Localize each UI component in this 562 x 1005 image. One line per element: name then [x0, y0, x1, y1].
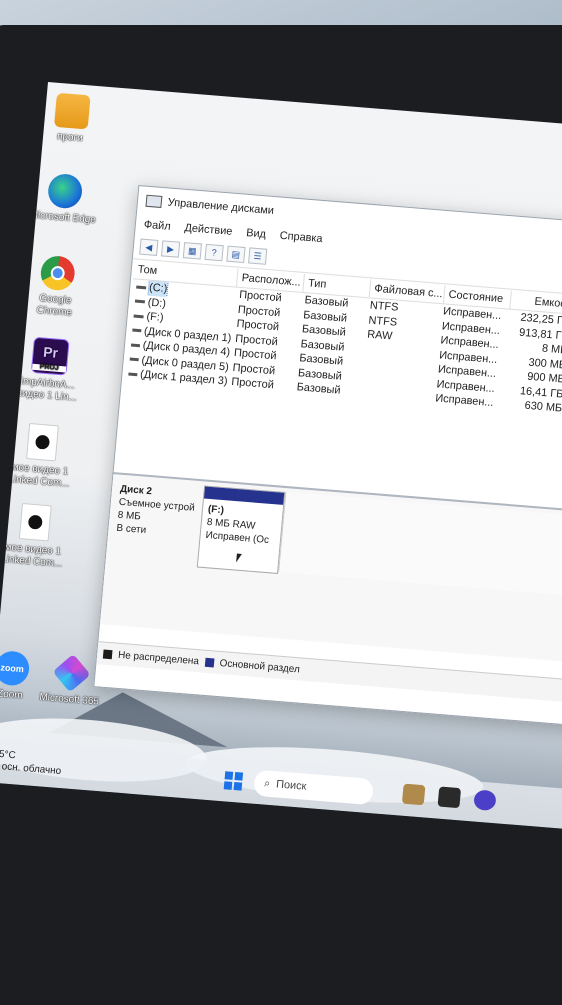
- desktop-icon-label: Zoom: [0, 688, 23, 702]
- windows-start-icon[interactable]: [223, 771, 244, 791]
- chat-icon[interactable]: [473, 789, 497, 812]
- unallocated-swatch: [102, 649, 113, 659]
- partition-details: (F:) 8 МБ RAW Исправен (Ос: [200, 499, 283, 552]
- volume-icon: [133, 314, 144, 319]
- chrome-icon: [39, 254, 77, 292]
- desktop-icon-label: Microsoft 365: [38, 691, 100, 708]
- disk-2-info[interactable]: Диск 2 Съемное устрой 8 МБ В сети: [116, 483, 202, 542]
- partition-f[interactable]: (F:) 8 МБ RAW Исправен (Ос: [196, 485, 286, 574]
- desktop-screen: проги Microsoft Edge Google Chrome Pr PRO…: [0, 82, 562, 838]
- volume-icon: [128, 372, 138, 377]
- primary-partition-swatch: [204, 657, 215, 667]
- legend-unallocated: Не распределена: [117, 649, 200, 667]
- taskbar-search[interactable]: ⌕ Поиск: [253, 769, 375, 806]
- zoom-icon: zoom: [0, 650, 31, 687]
- disk-graphical-pane: Диск 2 Съемное устрой 8 МБ В сети (F:) 8…: [99, 472, 562, 673]
- console-tree-icon[interactable]: ▦: [182, 242, 202, 260]
- search-placeholder: Поиск: [275, 778, 307, 793]
- help-icon[interactable]: ?: [204, 243, 224, 262]
- volume-icon: [136, 285, 147, 290]
- volume-table: Том Располож... Тип Файловая с... Состоя…: [117, 260, 562, 508]
- volume-name-text: (C:): [147, 279, 170, 298]
- disk-management-window[interactable]: Управление дисками Файл Действие Вид Спр…: [93, 185, 562, 736]
- premiere-project-icon: Pr PROJ: [30, 336, 70, 376]
- weather-widget[interactable]: 15°C В осн. облачно: [0, 748, 63, 778]
- desktop-icon-label: мое видео 1 Linked Com...: [7, 461, 70, 490]
- desktop-icon-label: impAirbnA... видео 1 Lin...: [16, 375, 78, 404]
- menu-help[interactable]: Справка: [279, 230, 323, 245]
- terminal-icon[interactable]: [437, 786, 462, 809]
- taskbar-pinned-apps: [401, 783, 497, 812]
- file-explorer-icon[interactable]: [401, 783, 426, 806]
- volume-icon: [134, 299, 145, 304]
- disk-list-icon[interactable]: ☰: [248, 247, 268, 265]
- search-icon: ⌕: [263, 776, 271, 790]
- desktop-icon-edge[interactable]: Microsoft Edge: [27, 171, 101, 227]
- properties-icon[interactable]: ▤: [226, 245, 246, 264]
- microsoft-365-icon: [52, 653, 91, 693]
- disk-management-icon: [145, 194, 163, 208]
- volume-icon: [132, 328, 142, 333]
- edge-icon: [46, 172, 84, 210]
- desktop-icon-video-2[interactable]: мое видео 1 Linked Com...: [0, 501, 72, 571]
- volume-name-text: (D:): [147, 296, 167, 310]
- disk-area-empty: [278, 492, 562, 606]
- mouse-cursor-icon: [236, 553, 242, 563]
- window-title: Управление дисками: [167, 196, 275, 218]
- forward-arrow-icon[interactable]: ▶: [160, 240, 181, 258]
- desktop-icon-progi[interactable]: проги: [35, 91, 109, 147]
- volume-icon: [130, 343, 140, 348]
- video-file-icon: [26, 422, 59, 462]
- menu-view[interactable]: Вид: [246, 227, 267, 241]
- volume-icon: [129, 357, 139, 362]
- menu-file[interactable]: Файл: [143, 219, 171, 233]
- desktop-icon-label: проги: [56, 131, 84, 145]
- premiere-icon-subtext: PROJ: [32, 363, 67, 373]
- desktop-icon-label: Microsoft Edge: [29, 209, 97, 226]
- menu-action[interactable]: Действие: [184, 222, 233, 238]
- desktop-icon-label: Google Chrome: [36, 292, 73, 319]
- zoom-icon-text: zoom: [0, 662, 25, 675]
- back-arrow-icon[interactable]: ◀: [139, 238, 159, 256]
- volume-name-text: (F:): [146, 310, 165, 324]
- legend-primary: Основной раздел: [219, 657, 301, 675]
- video-file-icon: [18, 502, 52, 542]
- premiere-icon-text: Pr: [42, 343, 59, 361]
- folder-icon: [53, 92, 91, 130]
- desktop-icon-label: мое видео 1 Linked Com...: [0, 541, 63, 570]
